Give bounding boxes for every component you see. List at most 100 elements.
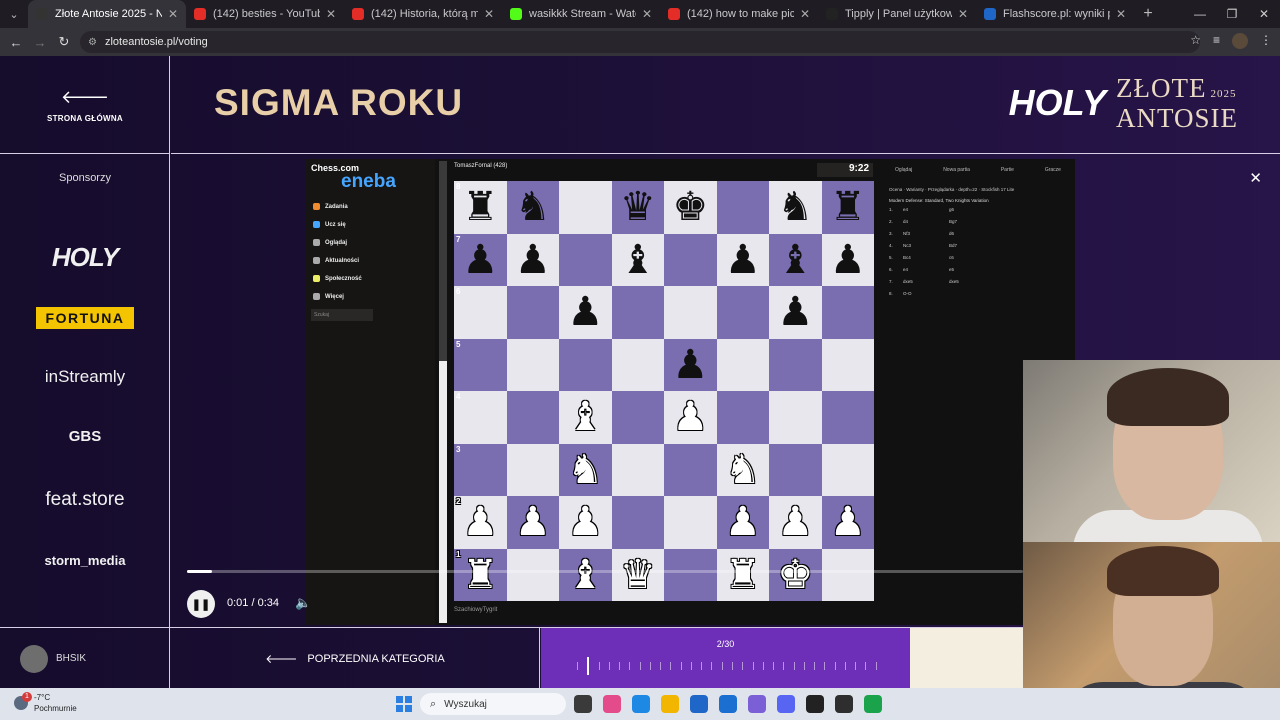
browser-tab[interactable]: wasikkk Stream - Watch Live o ✕ [502, 0, 660, 28]
board-square [559, 181, 612, 234]
pager-tick[interactable] [762, 662, 764, 670]
pager-tick[interactable] [875, 662, 877, 670]
user-info[interactable]: BHSIK [0, 628, 170, 689]
minimize-icon[interactable]: — [1184, 7, 1216, 21]
pager-tick[interactable] [824, 662, 826, 670]
taskbar-apps [574, 695, 882, 713]
browser-tab[interactable]: Flashscore.pl: wyniki piłki nożn ✕ [976, 0, 1134, 28]
pager-tick[interactable] [639, 662, 641, 670]
pager-tick[interactable] [855, 662, 857, 670]
taskbar-app-icon[interactable] [632, 695, 650, 713]
pager-tick[interactable] [834, 662, 836, 670]
home-button[interactable]: 🡐 STRONA GŁÓWNA [0, 56, 170, 154]
restore-icon[interactable]: ❐ [1216, 7, 1248, 21]
pager-tick[interactable] [773, 662, 775, 670]
sponsor-gbs-logo[interactable]: GBS [0, 428, 170, 445]
tab-close-icon[interactable]: ✕ [958, 7, 968, 21]
media-controls-icon[interactable]: ≡ [1213, 33, 1220, 49]
pager-ticks[interactable] [577, 657, 877, 675]
progress-bar[interactable] [187, 570, 1023, 573]
pager-tick[interactable] [844, 662, 846, 670]
pager-tick[interactable] [577, 662, 578, 670]
tab-close-icon[interactable]: ✕ [484, 7, 494, 21]
pager-tick[interactable] [783, 662, 785, 670]
sponsor-holy-logo[interactable]: HOLY [0, 242, 170, 273]
sponsor-stormmedia-logo[interactable]: storm_media [0, 553, 170, 568]
webcam-overlay-top [1023, 360, 1280, 542]
pager-tick[interactable] [742, 662, 744, 670]
site-info-icon[interactable]: ⚙ [88, 37, 97, 48]
pager-tick[interactable] [629, 662, 631, 670]
back-icon[interactable]: ← [4, 35, 28, 50]
taskbar-app-icon[interactable] [806, 695, 824, 713]
black-piece-icon: ♝ [619, 237, 656, 282]
pager-tick[interactable] [793, 662, 795, 670]
pager-tick[interactable] [649, 662, 651, 670]
pager-tick[interactable] [670, 662, 672, 670]
tab-close-icon[interactable]: ✕ [800, 7, 810, 21]
home-label: STRONA GŁÓWNA [46, 113, 124, 123]
white-piece-icon: ♟ [462, 500, 499, 545]
board-square [821, 286, 874, 339]
pager-tick[interactable] [711, 662, 713, 670]
volume-icon[interactable]: 🔈 [295, 595, 311, 611]
pager-tick[interactable] [690, 662, 692, 670]
browser-tab[interactable]: (142) Historia, którą musisz zna ✕ [344, 0, 502, 28]
pager-tick[interactable] [721, 662, 723, 670]
new-tab-button[interactable]: + [1134, 5, 1162, 23]
left-sidebar: 🡐 STRONA GŁÓWNA Sponsorzy HOLY FORTUNA i… [0, 56, 170, 688]
video-frame[interactable]: Chess.com eneba Zadania Ucz się Oglądaj Akt… [305, 159, 1075, 625]
pager-tick[interactable] [680, 662, 682, 670]
browser-tab[interactable]: (142) besties - YouTube ✕ [186, 0, 344, 28]
tab-search-chevron-icon[interactable]: ⌄ [0, 0, 28, 28]
pager-tick[interactable] [803, 662, 805, 670]
tab-close-icon[interactable]: ✕ [1116, 7, 1126, 21]
close-window-icon[interactable]: ✕ [1248, 7, 1280, 21]
weather-desc: Pochmurnie [34, 704, 77, 713]
previous-category-button[interactable]: 🡐 POPRZEDNIA KATEGORIA [171, 628, 540, 689]
taskbar-search-label: Wyszukaj [444, 698, 487, 710]
pager-tick[interactable] [619, 662, 621, 670]
taskbar-app-icon[interactable] [777, 695, 795, 713]
pager-tick[interactable] [731, 662, 733, 670]
tab-close-icon[interactable]: ✕ [168, 7, 178, 21]
pager-tick[interactable] [598, 662, 600, 670]
board-square: 2 ♟ [454, 496, 507, 549]
taskbar-app-icon[interactable] [661, 695, 679, 713]
taskbar-search[interactable]: ⌕ Wyszukaj [420, 693, 566, 715]
pager-tick[interactable] [701, 662, 703, 670]
reload-icon[interactable]: ↻ [52, 34, 76, 50]
pause-button[interactable]: ❚❚ [187, 590, 215, 618]
pager-tick[interactable] [814, 662, 816, 670]
tab-close-icon[interactable]: ✕ [642, 7, 652, 21]
bookmark-star-icon[interactable]: ☆ [1190, 33, 1201, 49]
black-piece-icon: ♜ [462, 185, 499, 230]
close-video-icon[interactable]: ✕ [1249, 169, 1262, 187]
taskbar-app-icon[interactable] [748, 695, 766, 713]
browser-menu-icon[interactable]: ⋮ [1260, 33, 1272, 49]
browser-tab[interactable]: (142) how to make pickle peps ✕ [660, 0, 818, 28]
pager-tick[interactable] [660, 662, 662, 670]
pager-tick[interactable] [865, 662, 867, 670]
tab-close-icon[interactable]: ✕ [326, 7, 336, 21]
forward-icon[interactable]: → [28, 35, 52, 50]
pager-tick[interactable] [752, 662, 754, 670]
browser-tab[interactable]: Złote Antosie 2025 - Najwi ✕ [28, 0, 186, 28]
sponsor-instreamly-logo[interactable]: inStreamly [0, 367, 170, 387]
pager-tick[interactable] [608, 662, 610, 670]
taskbar-app-icon[interactable] [690, 695, 708, 713]
start-button[interactable] [396, 696, 412, 712]
taskbar-app-icon[interactable] [603, 695, 621, 713]
weather-widget[interactable]: 1 -7°C Pochmurnie [14, 692, 77, 714]
sponsor-fortuna-logo[interactable]: FORTUNA [0, 307, 170, 329]
taskbar-app-icon[interactable] [835, 695, 853, 713]
taskbar-app-icon[interactable] [574, 695, 592, 713]
url-input[interactable]: ⚙ zloteantosie.pl/voting [80, 31, 1200, 53]
analysis-tab: Oglądaj [895, 167, 913, 173]
browser-tab[interactable]: Tipply | Panel użytkownika ✕ [818, 0, 976, 28]
profile-avatar[interactable] [1232, 33, 1248, 49]
taskbar-app-icon[interactable] [864, 695, 882, 713]
pager-tick[interactable] [587, 657, 590, 675]
taskbar-app-icon[interactable] [719, 695, 737, 713]
sponsor-featstore-logo[interactable]: feat.store [0, 489, 170, 511]
